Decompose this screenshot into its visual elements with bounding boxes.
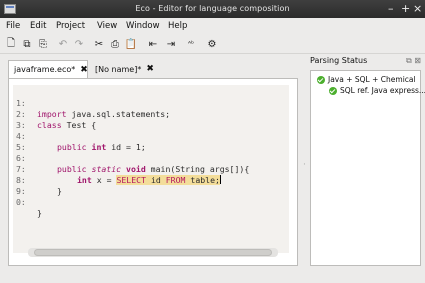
code-line: 4: public int id = 1; — [13, 120, 146, 152]
code-text: id = 1; — [106, 142, 146, 152]
select-font-icon[interactable]: ᴬᵇ — [184, 37, 198, 51]
keyword: void — [126, 164, 146, 174]
text-cursor — [219, 175, 221, 184]
menu-bar: File Edit Project View Window Help — [0, 18, 425, 34]
sql-embedded-box: SELECT id FROM table; — [116, 175, 220, 185]
keyword: public — [57, 164, 87, 174]
code-text: Test { — [61, 120, 97, 130]
close-window-button[interactable]: × — [413, 2, 422, 16]
code-line: 5: — [13, 131, 52, 152]
code-text: java.sql.statements; — [66, 109, 171, 119]
menu-help[interactable]: Help — [168, 21, 187, 31]
horizontal-scroll-thumb[interactable] — [34, 249, 272, 256]
keyword: int — [91, 142, 107, 152]
menu-file[interactable]: File — [6, 21, 20, 31]
editor-tabs: javaframe.eco* ✖ [No name]* ✖ — [8, 60, 298, 78]
save-all-icon[interactable]: ⎘ — [36, 37, 50, 51]
horizontal-scrollbar[interactable] — [28, 248, 278, 257]
sql-keyword: FROM — [165, 175, 186, 185]
open-icon[interactable]: ⧉ — [20, 37, 34, 51]
check-icon — [317, 75, 325, 84]
keyword: static — [91, 164, 122, 174]
redo-icon[interactable]: ↷ — [72, 37, 86, 51]
tree-item[interactable]: SQL ref. Java express... — [329, 86, 425, 95]
minimize-button[interactable]: – — [388, 2, 394, 16]
code-line: 0: } — [13, 186, 52, 218]
code-text: } — [37, 208, 42, 218]
main-window: Eco - Editor for language composition – … — [0, 0, 425, 283]
close-tab-icon[interactable]: ✖ — [80, 65, 88, 75]
check-icon — [329, 86, 337, 95]
status-bar — [0, 270, 425, 283]
maximize-button[interactable]: + — [401, 2, 410, 16]
close-tab-icon[interactable]: ✖ — [146, 64, 154, 74]
code-line: 6: public static void main(String args[]… — [13, 142, 249, 174]
sql-text: id — [146, 175, 166, 185]
code-line: 7: int x = SELECT id FROM table; — [13, 153, 221, 185]
menu-project[interactable]: Project — [56, 21, 85, 31]
pane-splitter[interactable] — [303, 120, 307, 220]
code-text: } — [57, 186, 62, 196]
copy-icon[interactable]: ⎙ — [108, 37, 122, 51]
menu-view[interactable]: View — [97, 21, 117, 31]
tab-no-name[interactable]: [No name]* ✖ — [90, 60, 168, 78]
new-file-icon[interactable]: 🗋 — [4, 37, 18, 51]
settings-icon[interactable]: ⚙ — [205, 37, 219, 51]
code-line: 8: } — [13, 164, 62, 196]
sql-keyword: SELECT — [116, 175, 147, 185]
paste-icon[interactable]: 📋 — [124, 37, 138, 51]
tab-label: [No name]* — [95, 64, 142, 74]
code-line: 3: — [13, 109, 52, 130]
toolbar: 🗋 ⧉ ⎘ ↶ ↷ ✂ ⎙ 📋 ⇤ ⇥ ᴬᵇ ⚙ — [0, 34, 425, 54]
tree-item[interactable]: Java + SQL + Chemical — [317, 75, 416, 84]
line-number: 0: — [16, 197, 26, 207]
keyword: public — [57, 142, 87, 152]
code-editor[interactable]: 1: import java.sql.statements; 2: class … — [13, 85, 289, 253]
code-line: 1: import java.sql.statements; — [13, 87, 170, 119]
code-line: 2: class Test { — [13, 98, 96, 130]
undo-icon[interactable]: ↶ — [56, 37, 70, 51]
menu-edit[interactable]: Edit — [30, 21, 46, 31]
cut-icon[interactable]: ✂ — [92, 37, 106, 51]
menu-window[interactable]: Window — [126, 21, 160, 31]
panel-controls-icon[interactable]: ⧉ ⊠ — [406, 56, 421, 66]
tab-label: javaframe.eco* — [14, 65, 76, 74]
sql-text: table; — [185, 175, 220, 185]
parsing-status-panel: Java + SQL + Chemical SQL ref. Java expr… — [310, 70, 425, 266]
code-text: x = — [91, 175, 117, 185]
keyword: int — [77, 175, 92, 185]
editor-frame: 1: import java.sql.statements; 2: class … — [8, 78, 298, 266]
move-right-icon[interactable]: ⇥ — [164, 37, 178, 51]
tree-item-label: SQL ref. Java express... — [340, 86, 425, 95]
code-text: main(String args[]){ — [145, 164, 250, 174]
parsing-status-title: Parsing Status — [310, 56, 368, 65]
move-left-icon[interactable]: ⇤ — [146, 37, 160, 51]
tree-item-label: Java + SQL + Chemical — [328, 75, 416, 84]
tab-javaframe[interactable]: javaframe.eco* ✖ — [8, 60, 88, 78]
code-line: 9: — [13, 175, 52, 196]
title-bar: Eco - Editor for language composition – … — [0, 0, 425, 18]
window-title: Eco - Editor for language composition — [135, 4, 290, 13]
